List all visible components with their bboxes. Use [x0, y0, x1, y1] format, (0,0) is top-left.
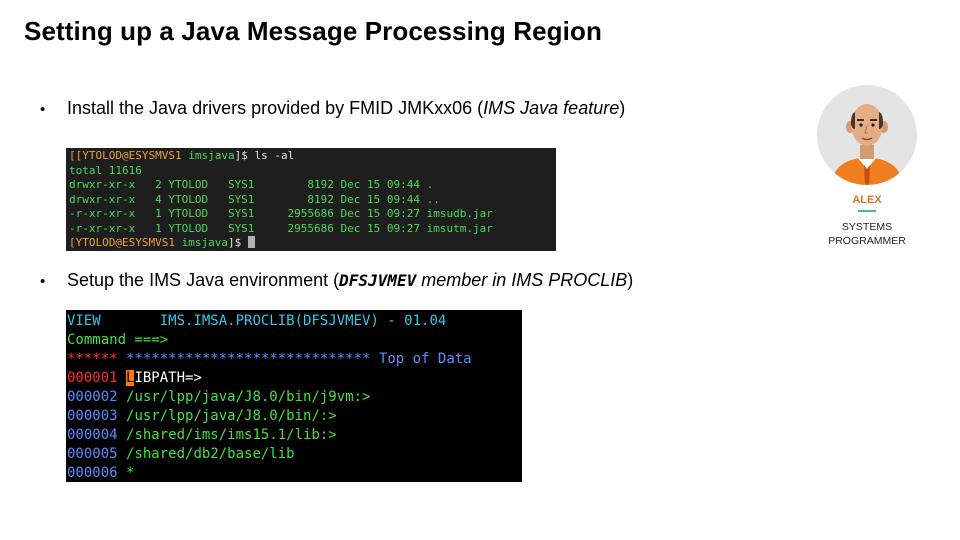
- persona-accent-divider: [858, 210, 876, 212]
- ispf-data-line[interactable]: 000001 LIBPATH=>: [67, 369, 522, 388]
- ispf-line-text: /usr/lpp/java/J8.0/bin/:>: [126, 408, 337, 424]
- ispf-top-stars: *****************************: [126, 351, 371, 367]
- ispf-line-text: *: [126, 465, 135, 481]
- terminal-listing-row: drwxr-xr-x 2 YTOLOD SYS1 8192 Dec 15 09:…: [69, 178, 434, 191]
- ispf-line-number: 000001: [67, 370, 118, 386]
- ispf-dataset-name: IMS.IMSA.PROCLIB(DFSJVMEV) - 01.04: [159, 313, 447, 329]
- terminal-command: ls -al: [254, 149, 295, 162]
- bullet-text-italic: member in IMS PROCLIB: [416, 270, 628, 290]
- ispf-line-number: 000003: [67, 408, 118, 424]
- ispf-line-text: /shared/db2/base/lib: [126, 446, 295, 462]
- prompt-open: [[: [69, 149, 83, 162]
- bullet-marker: •: [40, 101, 46, 118]
- ispf-line-text: /shared/ims/ims15.1/lib:>: [126, 427, 337, 443]
- bullet-text-prefix: Setup the IMS Java environment (: [67, 270, 340, 290]
- persona-role: SYSTEMS PROGRAMMER: [807, 220, 927, 248]
- terminal-prompt-line: [[YTOLOD@ESYSMVS1 imsjava]$ ls -al: [69, 149, 556, 164]
- persona-role-line: PROGRAMMER: [828, 235, 906, 247]
- final-prompt-user-host: YTOLOD@ESYSMVS1: [75, 236, 175, 249]
- final-prompt-open: [: [69, 236, 76, 249]
- bullet-text-italic: IMS Java feature: [483, 98, 620, 118]
- ispf-data-line[interactable]: 000004 /shared/ims/ims15.1/lib:>: [67, 426, 522, 445]
- bullet-text-suffix: ): [619, 98, 626, 118]
- ispf-command-line[interactable]: Command ===>: [67, 331, 522, 350]
- terminal-listing-row: -r-xr-xr-x 1 YTOLOD SYS1 2955686 Dec 15 …: [69, 207, 493, 220]
- persona-name: ALEX: [852, 194, 882, 206]
- bullet-text-prefix: Install the Java drivers provided by FMI…: [67, 98, 484, 118]
- ispf-view-panel: VIEW IMS.IMSA.PROCLIB(DFSJVMEV) - 01.04 …: [66, 310, 522, 482]
- ispf-line-number: 000002: [67, 389, 118, 405]
- ispf-top-text: Top of Data: [378, 351, 472, 367]
- ispf-line-text: /usr/lpp/java/J8.0/bin/j9vm:>: [126, 389, 371, 405]
- ispf-mode: VIEW: [67, 313, 101, 329]
- bullet-text-suffix: ): [627, 270, 634, 290]
- ispf-data-line[interactable]: 000006 *: [67, 464, 522, 482]
- unix-terminal: [[YTOLOD@ESYSMVS1 imsjava]$ ls -al total…: [66, 148, 556, 251]
- terminal-listing-row: drwxr-xr-x 4 YTOLOD SYS1 8192 Dec 15 09:…: [69, 192, 440, 206]
- ispf-top-marker: ******: [67, 351, 118, 367]
- ispf-command-label: Command ===>: [67, 332, 169, 348]
- avatar: [817, 85, 917, 185]
- prompt-user-host: YTOLOD@ESYSMVS1: [82, 149, 182, 162]
- ispf-line-text: IBPATH=>: [134, 370, 202, 386]
- ispf-line-number: 000005: [67, 446, 118, 462]
- persona-role-line: SYSTEMS: [841, 221, 893, 233]
- final-prompt-close: ]$: [227, 236, 248, 249]
- avatar-bald-man-icon: [831, 104, 903, 185]
- ispf-line-number: 000006: [67, 465, 118, 481]
- bullet-install-drivers: • Install the Java drivers provided by FM…: [40, 97, 625, 121]
- bullet-marker: •: [40, 273, 46, 290]
- terminal-final-prompt[interactable]: [YTOLOD@ESYSMVS1 imsjava]$: [69, 236, 556, 251]
- terminal-cursor: [247, 236, 255, 248]
- ispf-data-line[interactable]: 000002 /usr/lpp/java/J8.0/bin/j9vm:>: [67, 388, 522, 407]
- terminal-total-line: total 11616: [69, 163, 142, 177]
- bullet-setup-environment: • Setup the IMS Java environment (DFSJVME…: [40, 269, 633, 293]
- prompt-dir: imsjava: [188, 149, 235, 162]
- ispf-top-of-data: ****** ***************************** Top…: [67, 350, 522, 369]
- bullet-code-member: DFSJVMEV: [339, 271, 417, 290]
- slide-title: Setting up a Java Message Processing Reg…: [24, 16, 602, 46]
- ispf-header: VIEW IMS.IMSA.PROCLIB(DFSJVMEV) - 01.04: [67, 312, 522, 331]
- ispf-data-line[interactable]: 000005 /shared/db2/base/lib: [67, 445, 522, 464]
- prompt-close: ]$: [234, 149, 255, 162]
- ispf-data-line[interactable]: 000003 /usr/lpp/java/J8.0/bin/:>: [67, 407, 522, 426]
- final-prompt-dir: imsjava: [181, 236, 228, 249]
- ispf-line-number: 000004: [67, 427, 118, 443]
- terminal-listing-row: -r-xr-xr-x 1 YTOLOD SYS1 2955686 Dec 15 …: [69, 221, 493, 235]
